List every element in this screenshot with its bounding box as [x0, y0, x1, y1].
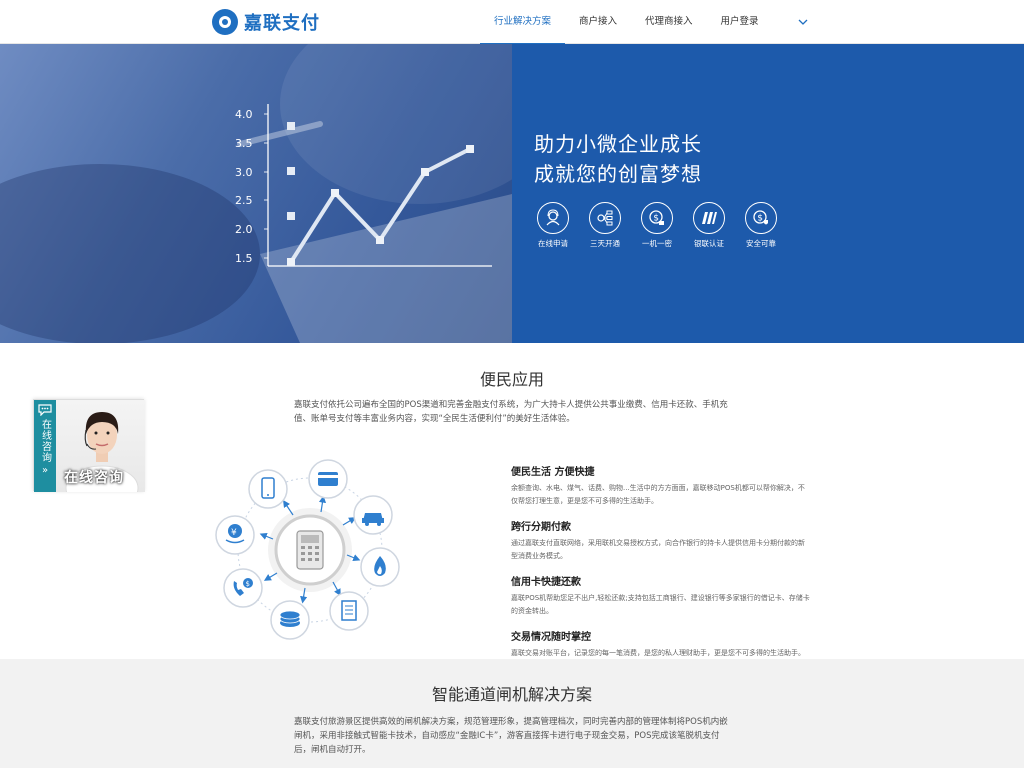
- feature-unionpay: 银联认证: [684, 202, 734, 249]
- card-icon: [318, 472, 338, 486]
- item-text: 嘉联POS机帮助您足不出户,轻松还款;支持包括工商银行、建设银行等多家银行的借记…: [511, 594, 810, 615]
- pos-terminal-icon: [296, 530, 324, 570]
- list-item: 交易情况随时掌控 嘉联交易对账平台，记录您的每一笔消费，是您的私人理财助手，更是…: [511, 628, 811, 660]
- axis-tick: 4.0: [235, 108, 253, 121]
- growth-chart-graphic: 4.0 3.5 3.0 2.5 2.0 1.5: [235, 104, 512, 343]
- section-title-convenience: 便民应用: [479, 370, 544, 389]
- chevron-down-icon[interactable]: [797, 16, 809, 28]
- section-description: 嘉联支付依托公司遍布全国的POS渠道和完善金融支付系统，为广大持卡人提供公共事业…: [294, 400, 728, 424]
- item-title: 便民生活 方便快捷: [511, 467, 595, 478]
- lock-coin-icon: $: [649, 210, 664, 225]
- item-text: 通过嘉联支付直联网络，采用联机交易授权方式，向合作银行的持卡人提供信用卡分期付款…: [511, 539, 805, 560]
- axis-tick: 2.0: [235, 223, 253, 236]
- feature-online-apply: 在线申请: [528, 202, 578, 249]
- axis-tick: 1.5: [235, 252, 253, 265]
- chat-bubble-icon: [38, 404, 52, 416]
- item-title: 交易情况随时掌控: [511, 632, 591, 643]
- top-header: 嘉联支付 行业解决方案 商户接入 代理商接入 用户登录: [0, 0, 1024, 45]
- item-title: 跨行分期付款: [511, 522, 571, 533]
- feature-label: 三天开通: [590, 239, 620, 248]
- list-item: 信用卡快捷还款 嘉联POS机帮助您足不出户,轻松还款;支持包括工商银行、建设银行…: [511, 573, 811, 618]
- svg-text:$: $: [757, 214, 763, 224]
- main-nav: 行业解决方案 商户接入 代理商接入 用户登录: [480, 0, 773, 45]
- brand-name: 嘉联支付: [244, 13, 320, 34]
- double-chevron-icon: »: [41, 465, 49, 476]
- feature-label: 一机一密: [642, 239, 672, 248]
- slogan-line-1: 助力小微企业成长: [534, 132, 702, 156]
- gate-solution-section: 智能通道闸机解决方案 嘉联支付旅游景区提供高效的闸机解决方案，规范管理形象，提高…: [0, 659, 1024, 768]
- consult-strip[interactable]: 在线咨询 »: [34, 400, 56, 492]
- service-feature-list: 便民生活 方便快捷 余额查询、水电、煤气、话费、购物...生活中的方方面面，嘉联…: [511, 463, 811, 670]
- logo-icon: [212, 9, 238, 35]
- nav-item-login[interactable]: 用户登录: [707, 0, 773, 44]
- nav-item-solutions[interactable]: 行业解决方案: [480, 0, 566, 45]
- svg-text:$: $: [246, 580, 250, 588]
- svg-text:$: $: [653, 214, 659, 224]
- feature-three-days: 三天开通: [580, 202, 630, 249]
- consult-label: 在线咨询: [39, 419, 51, 463]
- nav-item-merchant[interactable]: 商户接入: [565, 0, 631, 44]
- shield-coin-icon: $: [753, 210, 768, 225]
- list-item: 跨行分期付款 通过嘉联支付直联网络，采用联机交易授权方式，向合作银行的持卡人提供…: [511, 518, 811, 563]
- coins-icon: [279, 610, 301, 627]
- online-consult-widget[interactable]: 在线咨询 » 在线咨询: [33, 399, 145, 492]
- item-title: 信用卡快捷还款: [511, 577, 581, 588]
- banner-chart-image: 4.0 3.5 3.0 2.5 2.0 1.5: [0, 44, 512, 343]
- nav-item-agent[interactable]: 代理商接入: [631, 0, 707, 44]
- axis-tick: 3.0: [235, 166, 253, 179]
- feature-secure: $ 安全可靠: [736, 202, 786, 249]
- axis-tick: 3.5: [235, 137, 253, 150]
- banner-slogan-panel: 助力小微企业成长 成就您的创富梦想 在线申请 三天开通 $ 一机一密 银联认证 …: [512, 44, 1024, 343]
- feature-label: 安全可靠: [746, 239, 776, 248]
- user-headset-icon: [546, 209, 560, 226]
- section-title-gate: 智能通道闸机解决方案: [431, 685, 592, 704]
- list-item: 便民生活 方便快捷 余额查询、水电、煤气、话费、购物...生活中的方方面面，嘉联…: [511, 463, 811, 508]
- brand-logo[interactable]: 嘉联支付: [212, 8, 320, 36]
- axis-tick: 2.5: [235, 194, 253, 207]
- consult-caption: 在线咨询: [64, 470, 124, 486]
- services-diagram: $ ¥: [215, 459, 400, 640]
- svg-text:¥: ¥: [231, 528, 237, 538]
- slogan-line-2: 成就您的创富梦想: [534, 162, 702, 186]
- section-description: 嘉联支付旅游景区提供高效的闸机解决方案，规范管理形象，提高管理档次，同时完善内部…: [294, 717, 728, 755]
- network-icon: [597, 210, 613, 226]
- feature-label: 银联认证: [694, 239, 724, 248]
- feature-one-key: $ 一机一密: [632, 202, 682, 249]
- feature-label: 在线申请: [538, 239, 568, 248]
- hero-banner: 4.0 3.5 3.0 2.5 2.0 1.5 助力小微企业成长 成就您的创富梦…: [0, 44, 1024, 343]
- unionpay-icon: [702, 212, 717, 224]
- item-text: 余额查询、水电、煤气、话费、购物...生活中的方方面面，嘉联移动POS机都可以帮…: [511, 484, 805, 505]
